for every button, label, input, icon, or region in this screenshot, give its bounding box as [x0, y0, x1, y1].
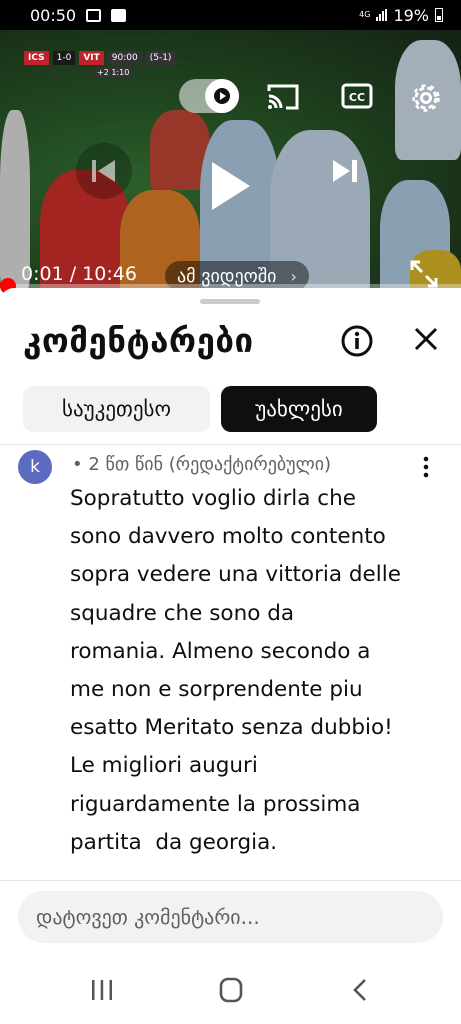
- avatar[interactable]: k: [18, 450, 52, 484]
- autoplay-toggle-icon: [205, 79, 239, 113]
- away-team: VIT: [79, 51, 104, 65]
- comment-input[interactable]: დატოვეთ კომენტარი...: [18, 891, 443, 943]
- sort-chip-newest[interactable]: უახლესი: [221, 386, 377, 432]
- match-clock: 90:00: [107, 51, 142, 65]
- cast-icon[interactable]: [266, 82, 300, 116]
- autoplay-toggle[interactable]: [179, 79, 239, 113]
- home-icon[interactable]: [219, 977, 243, 1007]
- total-time: 10:46: [82, 263, 137, 285]
- time-separator: /: [63, 263, 83, 285]
- info-icon[interactable]: [340, 324, 374, 362]
- previous-icon[interactable]: [76, 143, 132, 199]
- next-icon[interactable]: [330, 158, 360, 188]
- divider: [0, 444, 461, 445]
- gallery-notification-icon: [86, 8, 102, 22]
- divider: [0, 880, 461, 881]
- network-type: 4G: [359, 10, 371, 19]
- current-time: 0:01: [21, 263, 64, 285]
- download-notification-icon: [111, 8, 127, 22]
- status-bar: 00:50 4G 19%: [0, 0, 461, 30]
- scoreboard: ICS 1-0 VIT 90:00 (5-1) +2 1:10: [24, 51, 176, 78]
- added-time: +2 1:10: [94, 67, 133, 78]
- comment-meta: • 2 წთ წინ (რედაქტირებული): [72, 454, 332, 475]
- battery-icon: [435, 8, 443, 22]
- video-player[interactable]: ICS 1-0 VIT 90:00 (5-1) +2 1:10 CC 0:01 …: [0, 30, 461, 288]
- kebab-menu-icon[interactable]: [422, 456, 430, 482]
- aggregate-score: (5-1): [145, 51, 176, 65]
- gear-icon[interactable]: [410, 82, 442, 118]
- score: 1-0: [52, 51, 76, 65]
- drag-handle[interactable]: [200, 299, 260, 304]
- time-display: 0:01 / 10:46: [21, 263, 137, 285]
- status-time: 00:50: [30, 5, 77, 25]
- home-team: ICS: [24, 51, 49, 65]
- back-icon[interactable]: [351, 978, 369, 1006]
- recents-icon[interactable]: [90, 978, 114, 1006]
- battery-percent: 19%: [393, 5, 429, 25]
- close-icon[interactable]: [412, 325, 440, 357]
- play-icon[interactable]: [196, 156, 256, 220]
- comment-text: Sopratutto voglio dirla che sono davvero…: [70, 486, 401, 855]
- comments-title: კომენტარები: [23, 321, 254, 360]
- sort-chip-top[interactable]: საუკეთესო: [23, 386, 210, 432]
- signal-icon: [376, 9, 388, 21]
- chevron-right-icon: ›: [290, 266, 297, 286]
- svg-text:CC: CC: [349, 91, 365, 104]
- cc-icon[interactable]: CC: [341, 82, 373, 114]
- system-nav-bar: [0, 958, 461, 1024]
- comments-sheet: კომენტარები საუკეთესო უახლესი k • 2 წთ წ…: [0, 288, 461, 1024]
